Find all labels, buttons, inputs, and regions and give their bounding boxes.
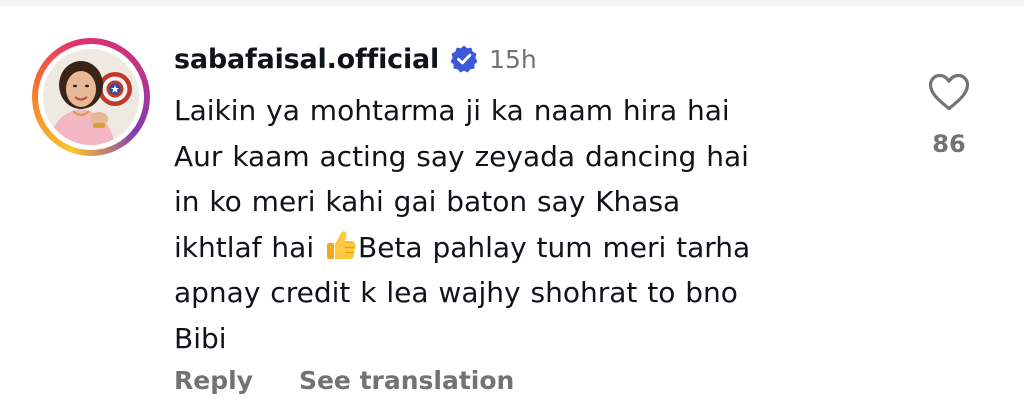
comment-timestamp: 15h [489, 44, 537, 74]
reply-button[interactable]: Reply [174, 366, 253, 395]
like-control: 86 [924, 72, 974, 158]
see-translation-button[interactable]: See translation [299, 366, 514, 395]
verified-badge-icon [449, 44, 479, 74]
avatar[interactable] [32, 38, 150, 156]
like-count[interactable]: 86 [924, 130, 974, 158]
heart-outline-icon[interactable] [927, 72, 971, 112]
comment: sabafaisal.official 15h Laikin ya mohtar… [0, 0, 1024, 413]
comment-body: Laikin ya mohtarma ji ka naam hira hai A… [174, 88, 904, 361]
username-link[interactable]: sabafaisal.official [174, 44, 439, 75]
avatar-photo [43, 49, 139, 145]
comment-actions: Reply See translation [174, 360, 514, 400]
comment-header: sabafaisal.official 15h [174, 38, 537, 80]
thumbs-up-icon [324, 229, 358, 261]
